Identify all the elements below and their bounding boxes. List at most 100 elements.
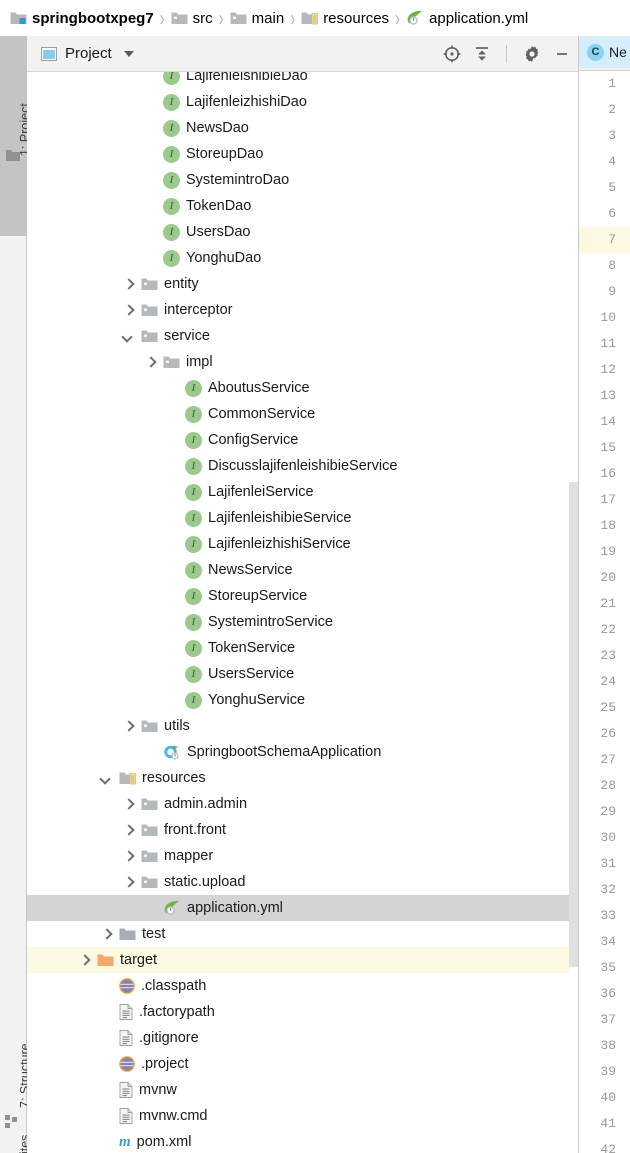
tree-row[interactable]: I StoreupService bbox=[27, 583, 578, 609]
project-tree[interactable]: I LajifenleishibieDao I LajifenleizhishiDao… bbox=[27, 72, 578, 1153]
folder-icon bbox=[141, 797, 158, 811]
tree-row[interactable]: I LajifenleizhishiService bbox=[27, 531, 578, 557]
tree-row[interactable]: .classpath bbox=[27, 973, 578, 999]
tree-row[interactable]: I DiscusslajifenleishibieService bbox=[27, 453, 578, 479]
breadcrumb-item-application-yml[interactable]: application.yml bbox=[406, 10, 528, 27]
breadcrumb-item-main[interactable]: main bbox=[230, 9, 285, 27]
tree-row[interactable]: I UsersDao bbox=[27, 219, 578, 245]
line-number: 3 bbox=[608, 128, 616, 143]
toolbar-divider bbox=[506, 45, 507, 63]
chevron-right-icon[interactable] bbox=[123, 877, 134, 888]
folder-icon bbox=[171, 11, 188, 25]
tree-row[interactable]: entity bbox=[27, 271, 578, 297]
tree-row[interactable]: mvnw bbox=[27, 1077, 578, 1103]
tree-row[interactable]: I SystemintroDao bbox=[27, 167, 578, 193]
tree-row[interactable]: I YonghuDao bbox=[27, 245, 578, 271]
breadcrumb-item-resources[interactable]: resources bbox=[301, 10, 389, 27]
tree-row[interactable]: I NewsDao bbox=[27, 115, 578, 141]
tree-row[interactable]: interceptor bbox=[27, 297, 578, 323]
tree-row[interactable]: impl bbox=[27, 349, 578, 375]
tree-row[interactable]: I LajifenleishibieService bbox=[27, 505, 578, 531]
tree-row[interactable]: static.upload bbox=[27, 869, 578, 895]
tree-row[interactable]: admin.admin bbox=[27, 791, 578, 817]
tree-row[interactable]: mapper bbox=[27, 843, 578, 869]
tree-row-label: DiscusslajifenleishibieService bbox=[208, 458, 398, 474]
gear-icon[interactable] bbox=[523, 45, 541, 63]
tree-row[interactable]: I AboutusService bbox=[27, 375, 578, 401]
line-number: 19 bbox=[600, 544, 616, 559]
tree-row-label: SpringbootSchemaApplication bbox=[187, 744, 382, 760]
tree-row[interactable]: I TokenService bbox=[27, 635, 578, 661]
breadcrumb-item-springbootxpeg7[interactable]: springbootxpeg7 bbox=[10, 10, 154, 27]
chevron-right-icon[interactable] bbox=[101, 929, 112, 940]
maven-file-icon: m bbox=[119, 1133, 131, 1150]
tree-row[interactable]: .gitignore bbox=[27, 1025, 578, 1051]
chevron-down-icon[interactable] bbox=[123, 331, 134, 342]
collapse-all-icon[interactable] bbox=[474, 45, 490, 63]
chevron-right-icon[interactable] bbox=[123, 305, 134, 316]
folder-icon bbox=[141, 303, 158, 317]
line-number: 7 bbox=[579, 227, 630, 253]
chevron-right-icon[interactable] bbox=[123, 799, 134, 810]
breadcrumb-separator: › bbox=[159, 5, 165, 31]
folder-icon bbox=[5, 148, 21, 167]
tree-row[interactable]: I UsersService bbox=[27, 661, 578, 687]
chevron-right-icon[interactable] bbox=[123, 721, 134, 732]
tree-row[interactable]: front.front bbox=[27, 817, 578, 843]
folder-dark-icon bbox=[119, 927, 136, 941]
tree-row[interactable]: I NewsService bbox=[27, 557, 578, 583]
structure-icon bbox=[5, 1115, 20, 1135]
chevron-right-icon[interactable] bbox=[79, 955, 90, 966]
tree-row[interactable]: test bbox=[27, 921, 578, 947]
tree-row[interactable]: I LajifenleizhishiDao bbox=[27, 89, 578, 115]
tree-row[interactable]: I TokenDao bbox=[27, 193, 578, 219]
tree-row[interactable]: m pom.xml bbox=[27, 1129, 578, 1153]
tree-row-label: AboutusService bbox=[208, 380, 310, 396]
tree-row[interactable]: I LajifenleiService bbox=[27, 479, 578, 505]
interface-icon: I bbox=[185, 405, 202, 423]
tree-row[interactable]: SpringbootSchemaApplication bbox=[27, 739, 578, 765]
editor-tab-label: Ne bbox=[609, 44, 627, 60]
locate-icon[interactable] bbox=[443, 45, 461, 63]
project-view-selector[interactable]: Project bbox=[27, 45, 134, 62]
tree-row[interactable]: .factorypath bbox=[27, 999, 578, 1025]
tree-row[interactable]: I CommonService bbox=[27, 401, 578, 427]
editor-tab[interactable]: C Ne bbox=[579, 36, 630, 68]
tree-row[interactable]: utils bbox=[27, 713, 578, 739]
breadcrumb-label: main bbox=[251, 9, 285, 27]
chevron-down-icon[interactable] bbox=[101, 773, 112, 784]
tree-row[interactable]: target bbox=[27, 947, 578, 973]
interface-icon: I bbox=[185, 535, 202, 553]
eclipse-file-icon bbox=[119, 1056, 135, 1072]
project-view-icon bbox=[41, 46, 57, 61]
tree-row[interactable]: resources bbox=[27, 765, 578, 791]
tree-row-label: YonghuDao bbox=[186, 250, 262, 266]
chevron-right-icon[interactable] bbox=[123, 279, 134, 290]
tree-row[interactable]: I StoreupDao bbox=[27, 141, 578, 167]
line-number: 10 bbox=[600, 310, 616, 325]
tree-scrollbar-thumb[interactable] bbox=[569, 482, 578, 967]
tree-row[interactable]: I YonghuService bbox=[27, 687, 578, 713]
tree-row[interactable]: .project bbox=[27, 1051, 578, 1077]
tree-row[interactable]: I LajifenleishibieDao bbox=[27, 72, 578, 89]
tree-scrollbar-track[interactable] bbox=[569, 72, 578, 1153]
tree-row[interactable]: service bbox=[27, 323, 578, 349]
tree-row[interactable]: application.yml bbox=[27, 895, 578, 921]
breadcrumb-item-src[interactable]: src bbox=[171, 10, 213, 27]
breadcrumb-separator: › bbox=[290, 5, 296, 31]
chevron-right-icon[interactable] bbox=[123, 825, 134, 836]
tree-row[interactable]: I SystemintroService bbox=[27, 609, 578, 635]
line-number: 26 bbox=[600, 726, 616, 741]
tree-row[interactable]: I ConfigService bbox=[27, 427, 578, 453]
line-number: 1 bbox=[608, 76, 616, 91]
minimize-icon[interactable] bbox=[554, 46, 570, 62]
interface-icon: I bbox=[163, 72, 180, 85]
chevron-right-icon[interactable] bbox=[123, 851, 134, 862]
tree-row-label: mapper bbox=[164, 848, 214, 864]
tree-row[interactable]: mvnw.cmd bbox=[27, 1103, 578, 1129]
chevron-down-icon[interactable] bbox=[123, 50, 134, 57]
chevron-right-icon[interactable] bbox=[145, 357, 156, 368]
